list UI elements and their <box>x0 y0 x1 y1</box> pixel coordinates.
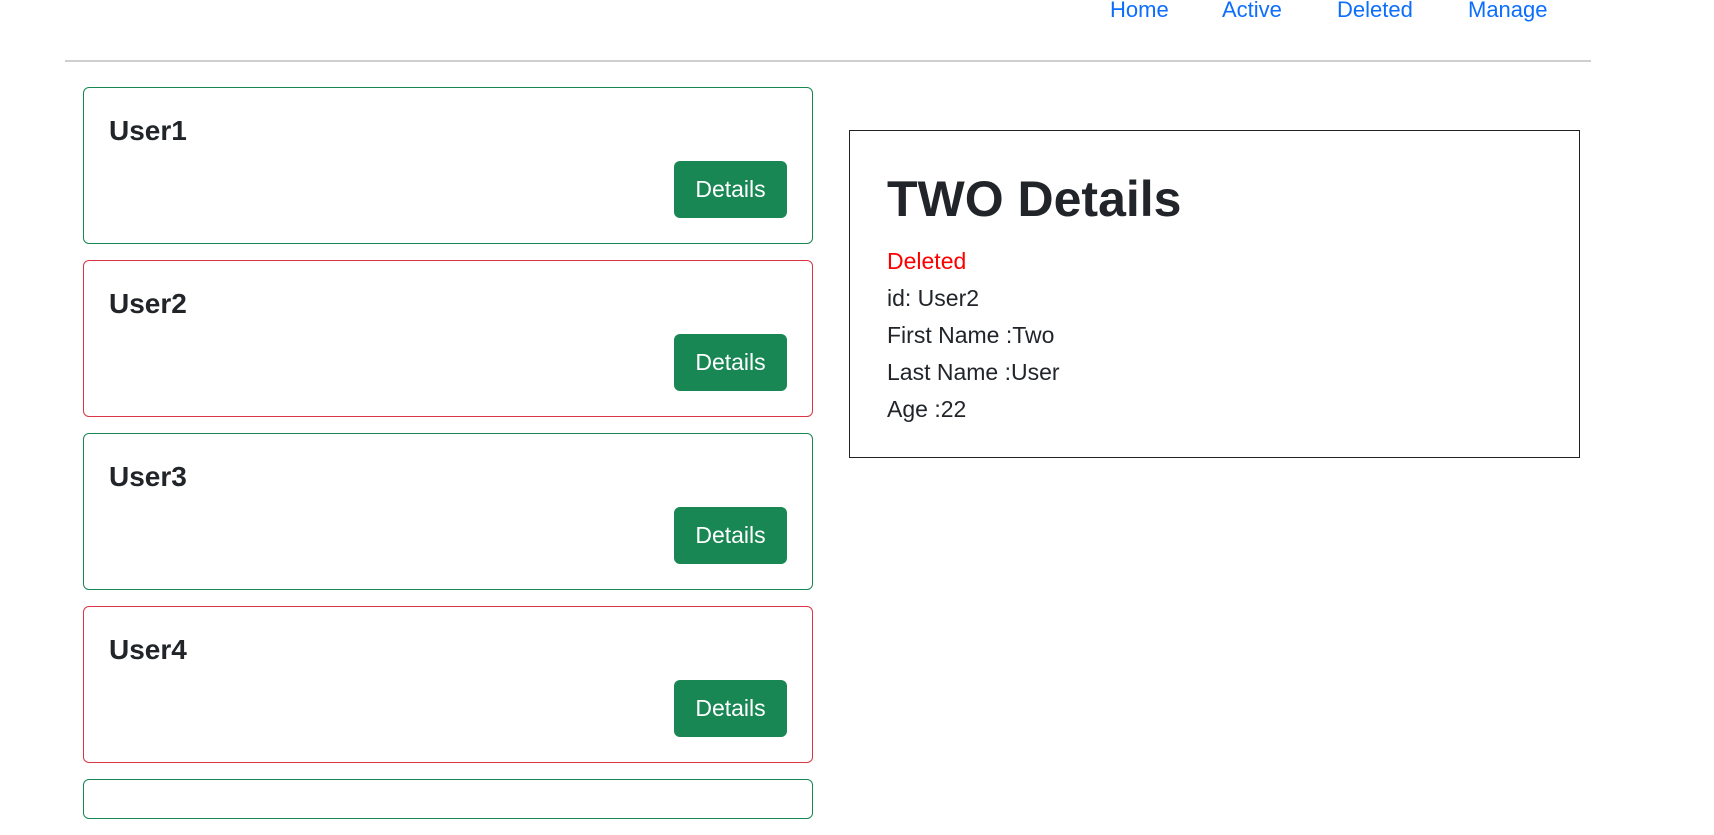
nav-link-active[interactable]: Active <box>1222 0 1282 23</box>
user-card-user2: User2 Details <box>83 260 813 417</box>
user-name: User1 <box>109 115 187 146</box>
user-card-partial <box>83 779 813 819</box>
status-label: Deleted <box>887 248 967 274</box>
nav-link-manage[interactable]: Manage <box>1468 0 1548 23</box>
nav-link-deleted[interactable]: Deleted <box>1337 0 1413 23</box>
detail-fields: Deleted id: User2 First Name :Two Last N… <box>887 243 1060 428</box>
top-navigation: Home Active Deleted Manage <box>0 0 1714 30</box>
last-name-field: Last Name :User <box>887 359 1060 385</box>
user-name: User3 <box>109 461 187 492</box>
nav-link-home[interactable]: Home <box>1110 0 1169 23</box>
age-field: Age :22 <box>887 396 967 422</box>
id-field: id: User2 <box>887 285 980 311</box>
first-name-field: First Name :Two <box>887 322 1055 348</box>
user-card-user4: User4 Details <box>83 606 813 763</box>
details-button-user2[interactable]: Details <box>674 334 787 391</box>
details-button-user1[interactable]: Details <box>674 161 787 218</box>
details-button-user4[interactable]: Details <box>674 680 787 737</box>
user-card-user3: User3 Details <box>83 433 813 590</box>
details-button-user3[interactable]: Details <box>674 507 787 564</box>
detail-title: TWO Details <box>887 171 1182 227</box>
user-card-user1: User1 Details <box>83 87 813 244</box>
user-list: User1 Details User2 Details User3 Detail… <box>83 87 813 835</box>
user-detail-panel: TWO Details Deleted id: User2 First Name… <box>849 130 1580 458</box>
user-name: User2 <box>109 288 187 319</box>
nav-divider <box>65 60 1591 62</box>
user-name: User4 <box>109 634 187 665</box>
